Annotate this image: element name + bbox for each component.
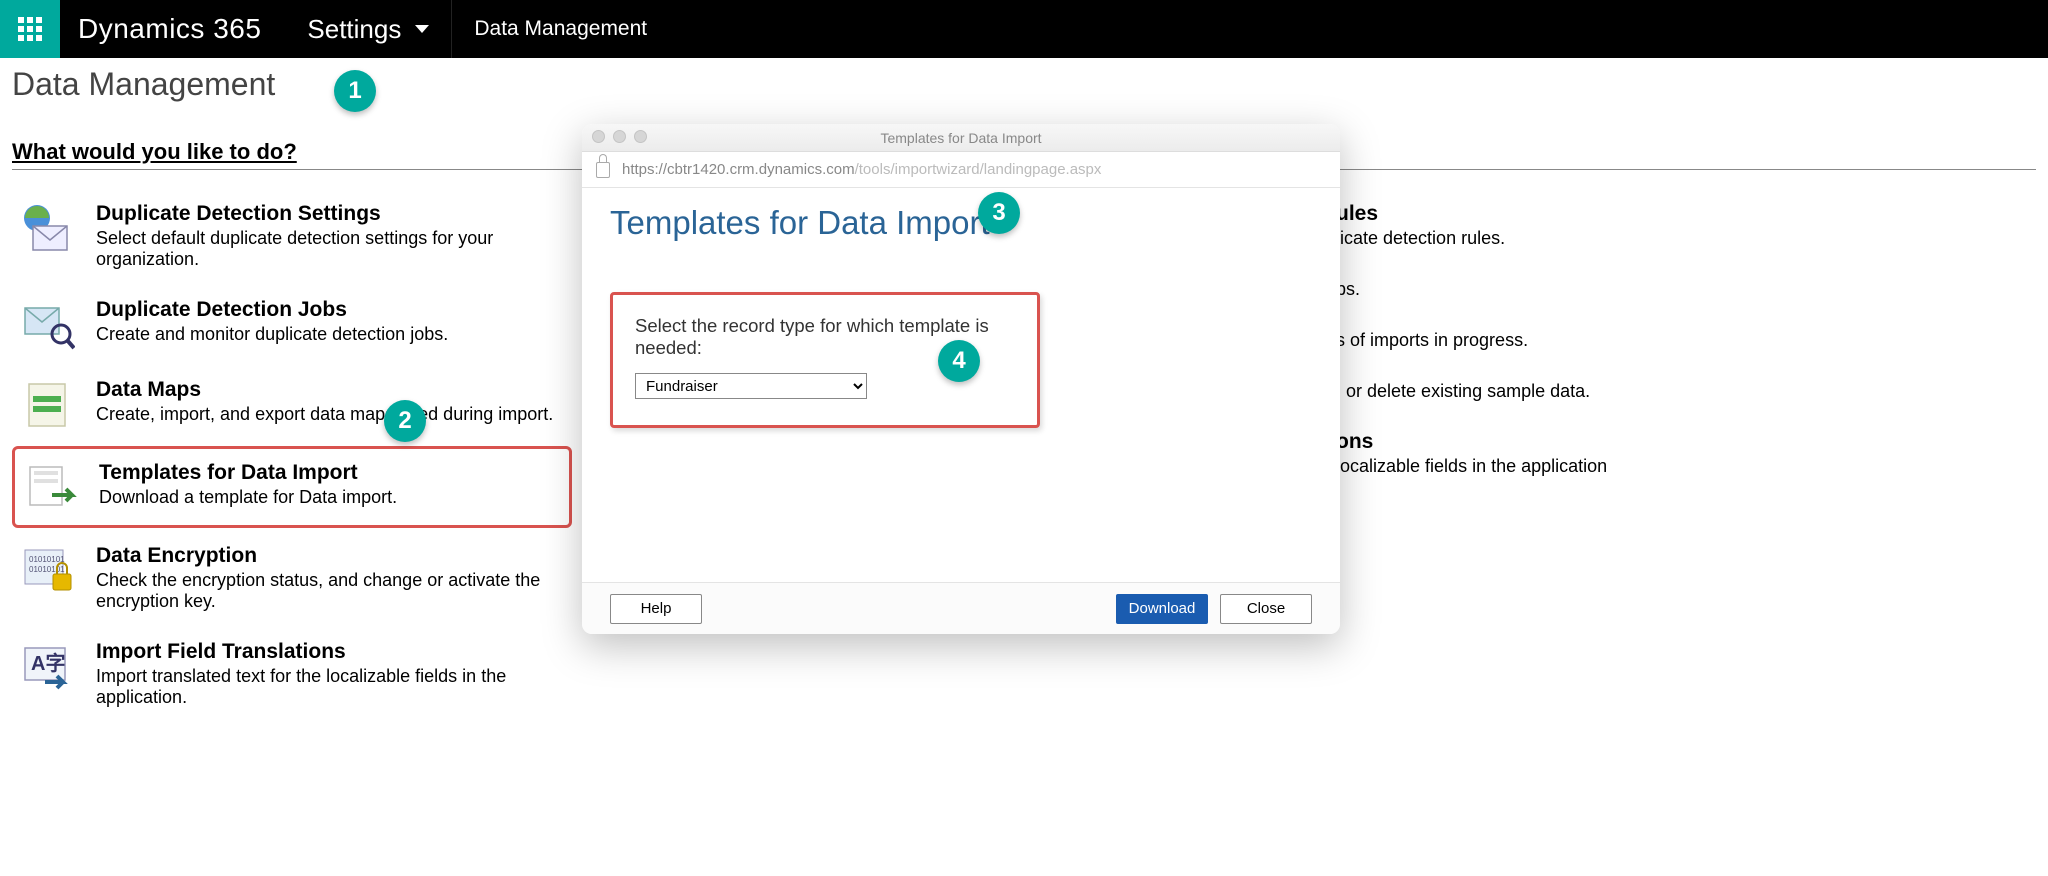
dialog-urlbar: https://cbtr1420.crm.dynamics.com/tools/…	[582, 152, 1340, 188]
item-templates-data-import[interactable]: Templates for Data Import Download a tem…	[12, 446, 572, 528]
item-duplicate-detection-settings[interactable]: Duplicate Detection Settings Select defa…	[12, 188, 572, 284]
dialog-window-title: Templates for Data Import	[880, 130, 1041, 146]
template-download-icon	[21, 461, 79, 513]
item-desc: Import translated text for the localizab…	[96, 666, 566, 708]
binary-lock-icon: 0101010101010101	[18, 544, 76, 596]
dialog-titlebar: Templates for Data Import	[582, 124, 1340, 152]
record-type-select[interactable]: Fundraiser	[635, 373, 867, 399]
minimize-icon[interactable]	[613, 130, 626, 143]
zoom-icon[interactable]	[634, 130, 647, 143]
item-duplicate-detection-jobs[interactable]: Duplicate Detection Jobs Create and moni…	[12, 284, 572, 364]
close-icon[interactable]	[592, 130, 605, 143]
dialog-heading: Templates for Data Import	[610, 204, 1312, 242]
dialog-footer: Help Download Close	[582, 582, 1340, 634]
svg-text:A字: A字	[31, 651, 65, 675]
annotation-badge-4: 4	[938, 340, 980, 382]
item-title: Duplicate Detection Jobs	[96, 298, 448, 322]
app-launcher-button[interactable]	[0, 0, 60, 58]
chevron-down-icon	[415, 25, 429, 33]
dialog-body: Templates for Data Import Select the rec…	[582, 188, 1340, 582]
item-desc: s of imports in progress.	[1336, 330, 1528, 351]
item-data-encryption[interactable]: 0101010101010101 Data Encryption Check t…	[12, 530, 572, 626]
item-title: Import Field Translations	[96, 640, 566, 664]
globe-mail-icon	[18, 202, 76, 254]
page-title: Data Management	[12, 66, 2036, 103]
nav-breadcrumb-label: Data Management	[474, 17, 647, 41]
mail-magnify-icon	[18, 298, 76, 350]
item-title: Duplicate Detection Settings	[96, 202, 566, 226]
item-right-3[interactable]: s of imports in progress.	[1272, 314, 1872, 365]
right-column: ules licate detection rules. bs. s of im…	[1272, 188, 1872, 722]
item-import-field-translations[interactable]: A字 Import Field Translations Import tran…	[12, 626, 572, 722]
item-desc: licate detection rules.	[1336, 228, 1505, 249]
nav-breadcrumb[interactable]: Data Management	[452, 0, 669, 58]
lock-icon	[596, 162, 610, 178]
top-navbar: Dynamics 365 Settings Data Management	[0, 0, 2048, 58]
item-desc: Check the encryption status, and change …	[96, 570, 566, 612]
download-button[interactable]: Download	[1116, 594, 1208, 624]
url-text: https://cbtr1420.crm.dynamics.com/tools/…	[622, 161, 1101, 178]
brand-label[interactable]: Dynamics 365	[60, 0, 285, 58]
annotation-badge-2: 2	[384, 400, 426, 442]
item-title: Data Encryption	[96, 544, 566, 568]
item-title: ons	[1336, 430, 1607, 454]
help-button[interactable]: Help	[610, 594, 702, 624]
nav-settings[interactable]: Settings	[285, 0, 452, 58]
item-right-1[interactable]: ules licate detection rules.	[1272, 188, 1872, 263]
left-column: Duplicate Detection Settings Select defa…	[12, 188, 572, 722]
waffle-icon	[18, 17, 42, 41]
close-button[interactable]: Close	[1220, 594, 1312, 624]
item-data-maps[interactable]: Data Maps Create, import, and export dat…	[12, 364, 572, 444]
item-desc: Select default duplicate detection setti…	[96, 228, 566, 270]
item-title: Templates for Data Import	[99, 461, 397, 485]
svg-text:01010101: 01010101	[29, 565, 65, 574]
window-controls[interactable]	[592, 130, 647, 143]
item-right-2[interactable]: bs.	[1272, 263, 1872, 314]
item-desc: , or delete existing sample data.	[1336, 381, 1590, 402]
item-title: Data Maps	[96, 378, 553, 402]
item-right-4[interactable]: , or delete existing sample data.	[1272, 365, 1872, 416]
annotation-badge-1: 1	[334, 70, 376, 112]
item-desc: Create, import, and export data maps use…	[96, 404, 553, 425]
annotation-badge-3: 3	[978, 192, 1020, 234]
item-desc: Download a template for Data import.	[99, 487, 397, 508]
translation-icon: A字	[18, 640, 76, 692]
item-desc: Create and monitor duplicate detection j…	[96, 324, 448, 345]
data-maps-icon	[18, 378, 76, 430]
item-desc: localizable fields in the application	[1336, 456, 1607, 477]
nav-settings-label: Settings	[307, 14, 401, 45]
item-right-5[interactable]: ons localizable fields in the applicatio…	[1272, 416, 1872, 491]
item-title: ules	[1336, 202, 1505, 226]
